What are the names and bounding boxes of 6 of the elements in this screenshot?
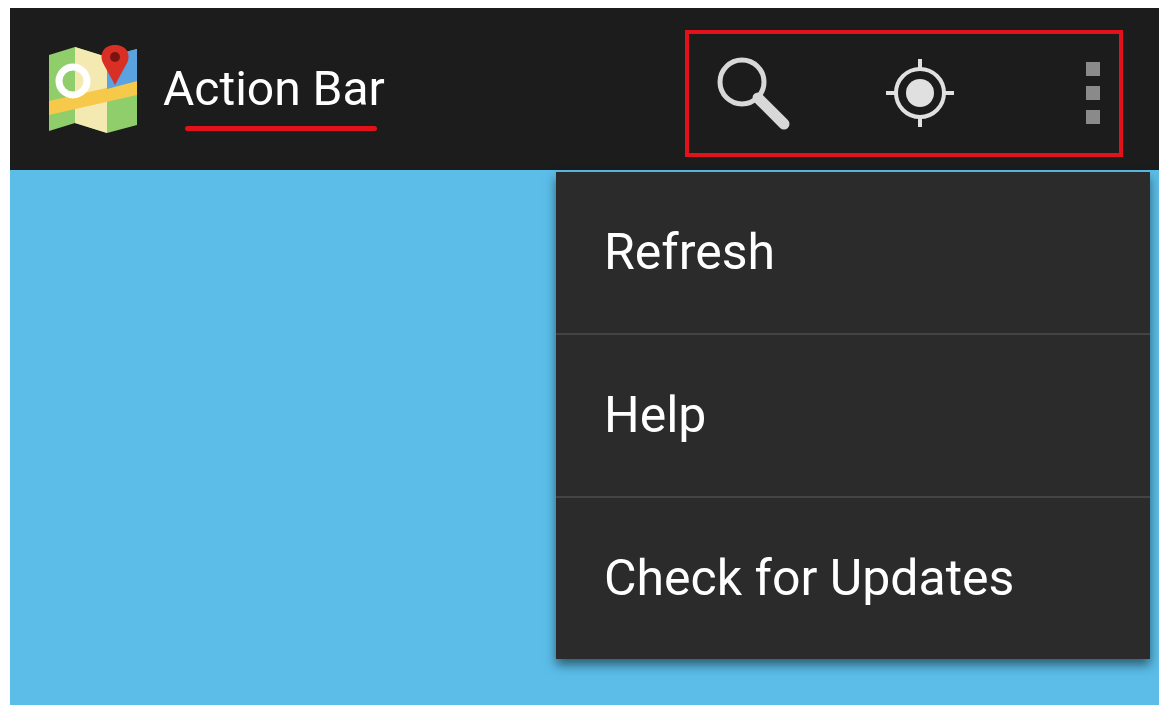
action-bar-title: Action Bar: [163, 60, 385, 117]
locate-icon: [884, 57, 956, 129]
menu-item[interactable]: Refresh: [556, 172, 1150, 333]
menu-item[interactable]: Help: [556, 335, 1150, 496]
more-icon: [1086, 62, 1100, 124]
menu-item[interactable]: Check for Updates: [556, 498, 1150, 659]
